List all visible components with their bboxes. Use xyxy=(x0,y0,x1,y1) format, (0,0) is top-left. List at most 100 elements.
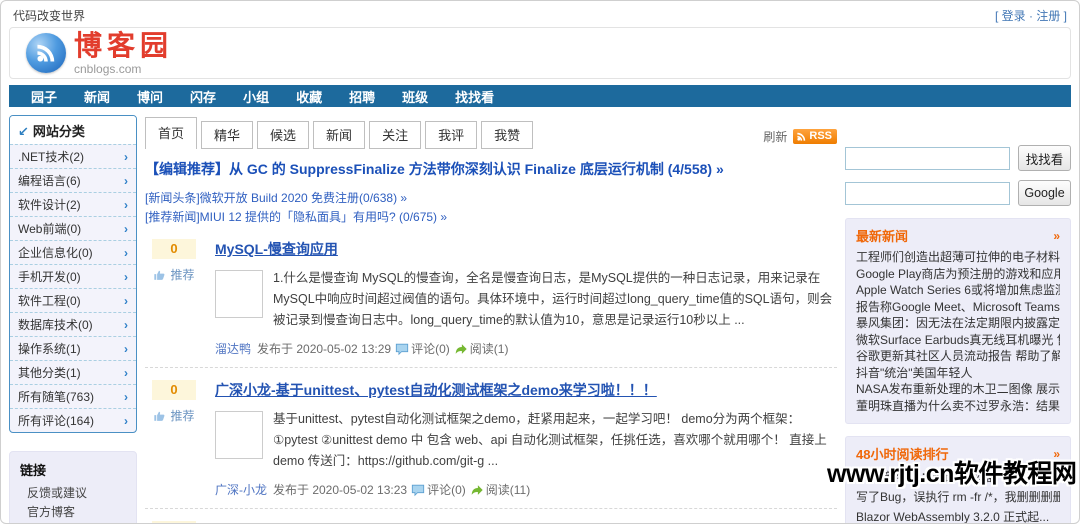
watermark-text: www.rjtj.cn软件教程网 xyxy=(827,460,1077,488)
post-footer: 溜达鸭 发布于 2020-05-02 13:29 评论(0) 阅读(1) xyxy=(215,331,837,357)
logo-text[interactable]: 博客园 cnblogs.com xyxy=(74,29,174,75)
post-summary: 基于unittest、pytest自动化测试框架之demo，赶紧用起来，一起学习… xyxy=(273,412,827,468)
chevron-right-icon: › xyxy=(124,221,128,236)
tab-item[interactable]: 我评 xyxy=(425,121,478,149)
sidebar-link[interactable]: 官方博客 xyxy=(20,503,126,522)
thumb-up-icon xyxy=(154,270,165,280)
latest-news-header: 最新新闻 » xyxy=(856,226,1060,245)
post-author-link[interactable]: 广深-小龙 xyxy=(215,481,267,498)
chevron-right-icon: › xyxy=(124,173,128,188)
rss-badge[interactable]: RSS xyxy=(793,129,837,144)
nav-item[interactable]: 小组 xyxy=(243,87,269,106)
news-item-link[interactable]: 董明珠直播为什么卖不过罗永浩：结果意料之中 xyxy=(856,398,1060,415)
post-item: 0 推荐 MySQL-慢查询应用 1.什么是慢查询 MySQL的慢查询，全名是慢… xyxy=(145,227,837,368)
comment-bubble-icon xyxy=(411,484,425,496)
sidebar-category-item[interactable]: 所有评论(164) › xyxy=(10,408,136,432)
category-label: Web前端(0) xyxy=(18,222,82,236)
latest-news-list: 工程师们创造出超薄可拉伸的电子材料 具有气体渗... Google Play商店… xyxy=(856,249,1060,414)
sidebar-category-item[interactable]: .NET技术(2) › xyxy=(10,144,136,168)
post-views-link[interactable]: 阅读(11) xyxy=(470,481,530,498)
ranking-item-link[interactable]: Blazor WebAssembly 3.2.0 正式起... xyxy=(856,507,1060,523)
tab-item[interactable]: 精华 xyxy=(201,121,254,149)
post-title-link[interactable]: 广深小龙-基于unittest、pytest自动化测试框架之demo来学习啦！！… xyxy=(215,380,657,400)
news-item-link[interactable]: 谷歌更新其社区人员流动报告 帮助了解民众遵守封... xyxy=(856,348,1060,365)
post-comments-link[interactable]: 评论(0) xyxy=(411,481,466,498)
post-entry: 基于unittest、pytest自动化测试框架之demo，赶紧用起来，一起学习… xyxy=(215,409,837,472)
sidebar-category-item[interactable]: 企业信息化(0) › xyxy=(10,240,136,264)
tab-item[interactable]: 我赞 xyxy=(481,121,534,149)
latest-news-title: 最新新闻 xyxy=(856,229,909,244)
findit-search-button[interactable]: 找找看 xyxy=(1018,145,1071,171)
diagonal-arrow-icon: ↙ xyxy=(18,124,29,139)
category-label: 软件设计(2) xyxy=(18,198,81,212)
google-search-button[interactable]: Google xyxy=(1018,180,1071,206)
news-item-link[interactable]: Apple Watch Series 6或将增加焦虑监测和睡眠追... xyxy=(856,282,1060,299)
news-headline-link[interactable]: [新闻头条]微软开放 Build 2020 免费注册(0/638) » xyxy=(145,189,837,208)
sidebar-category-item[interactable]: 软件设计(2) › xyxy=(10,192,136,216)
post-item: 0 推荐 每天认识几个HTTP 响应码 xyxy=(145,509,837,523)
post-title-link[interactable]: MySQL-慢查询应用 xyxy=(215,239,338,259)
views-label: 阅读(11) xyxy=(485,483,531,497)
main-nav: 园子 新闻 博问 闪存 小组 收藏 招聘 班级 找找看 xyxy=(9,85,1071,107)
sidebar-link[interactable]: 反馈或建议 xyxy=(20,484,126,503)
thumb-up-icon xyxy=(154,411,165,421)
post-author-avatar[interactable] xyxy=(215,270,263,318)
digg-button[interactable]: 推荐 xyxy=(153,266,195,283)
site-search-input[interactable] xyxy=(845,146,1010,170)
tab-item[interactable]: 首页 xyxy=(145,117,198,149)
digg-button[interactable]: 推荐 xyxy=(153,407,195,424)
category-label: 软件工程(0) xyxy=(18,294,81,308)
tab-item[interactable]: 新闻 xyxy=(313,121,366,149)
top-bar: 代码改变世界 [ 登录 · 注册 ] xyxy=(1,1,1079,25)
read-arrow-icon xyxy=(455,343,467,354)
news-item-link[interactable]: 微软Surface Earbuds真无线耳机曝光 售价预计售... xyxy=(856,332,1060,349)
digg-label: 推荐 xyxy=(170,268,195,282)
news-item-link[interactable]: 抖音"统治"美国年轻人 xyxy=(856,365,1060,382)
sidebar-category-item[interactable]: 其他分类(1) › xyxy=(10,360,136,384)
site-slogan: 代码改变世界 xyxy=(13,8,86,23)
more-arrow-icon[interactable]: » xyxy=(1053,229,1060,243)
sidebar-category-item[interactable]: 编程语言(6) › xyxy=(10,168,136,192)
nav-item[interactable]: 班级 xyxy=(402,87,428,106)
sidebar-category-item[interactable]: 手机开发(0) › xyxy=(10,264,136,288)
cnblogs-rss-logo-icon[interactable] xyxy=(26,33,66,73)
nav-item[interactable]: 新闻 xyxy=(84,87,110,106)
news-item-link[interactable]: 报告称Google Meet、Microsoft Teams和WebEx... xyxy=(856,299,1060,316)
news-item-link[interactable]: 暴风集团：因无法在法定期限内披露定期报告 股票... xyxy=(856,315,1060,332)
news-headline-link[interactable]: [推荐新闻]MIUI 12 提供的「隐私面具」有用吗? (0/675) » xyxy=(145,208,837,227)
post-author-link[interactable]: 溜达鸭 xyxy=(215,340,251,357)
post-comments-link[interactable]: 评论(0) xyxy=(395,340,450,357)
news-item-link[interactable]: NASA发布重新处理的木卫二图像 展示令人迷惑的... xyxy=(856,381,1060,398)
nav-item[interactable]: 找找看 xyxy=(455,87,494,106)
sidebar-category-item[interactable]: 操作系统(1) › xyxy=(10,336,136,360)
sidebar-category-item[interactable]: 数据库技术(0) › xyxy=(10,312,136,336)
digg-label: 推荐 xyxy=(170,409,195,423)
tab-row: 首页 精华 候选 新闻 关注 我评 我赞 刷新 RSS xyxy=(145,117,837,149)
google-search-row: Google xyxy=(845,180,1071,206)
login-register-link[interactable]: [ 登录 · 注册 ] xyxy=(995,7,1067,24)
post-views-link[interactable]: 阅读(1) xyxy=(454,340,508,357)
tab-item[interactable]: 关注 xyxy=(369,121,422,149)
post-list: 0 推荐 MySQL-慢查询应用 1.什么是慢查询 MySQL的慢查询，全名是慢… xyxy=(145,227,837,523)
sidebar-category-item[interactable]: 所有随笔(763) › xyxy=(10,384,136,408)
refresh-link[interactable]: 刷新 xyxy=(763,128,787,145)
google-search-input[interactable] xyxy=(845,181,1010,205)
nav-item[interactable]: 招聘 xyxy=(349,87,375,106)
tab-item[interactable]: 候选 xyxy=(257,121,310,149)
chevron-right-icon: › xyxy=(124,317,128,332)
nav-item[interactable]: 园子 xyxy=(31,87,57,106)
tab-row-right: 刷新 RSS xyxy=(763,128,837,149)
category-label: 操作系统(1) xyxy=(18,342,81,356)
rss-glyph-icon xyxy=(37,44,55,62)
nav-item[interactable]: 闪存 xyxy=(190,87,216,106)
news-item-link[interactable]: Google Play商店为预注册的游戏和应用提供自动... xyxy=(856,266,1060,283)
post-author-avatar[interactable] xyxy=(215,411,263,459)
sidebar-category-item[interactable]: Web前端(0) › xyxy=(10,216,136,240)
nav-item[interactable]: 博问 xyxy=(137,87,163,106)
ranking-item-link[interactable]: 写了Bug，误执行 rm -fr /*，我删删删删库了，... xyxy=(856,487,1060,507)
nav-item[interactable]: 收藏 xyxy=(296,87,322,106)
sidebar-category-item[interactable]: 软件工程(0) › xyxy=(10,288,136,312)
editor-recommendation-link[interactable]: 【编辑推荐】从 GC 的 SuppressFinalize 方法带你深刻认识 F… xyxy=(145,159,837,179)
site-title: 博客园 xyxy=(74,29,174,61)
news-item-link[interactable]: 工程师们创造出超薄可拉伸的电子材料 具有气体渗... xyxy=(856,249,1060,266)
